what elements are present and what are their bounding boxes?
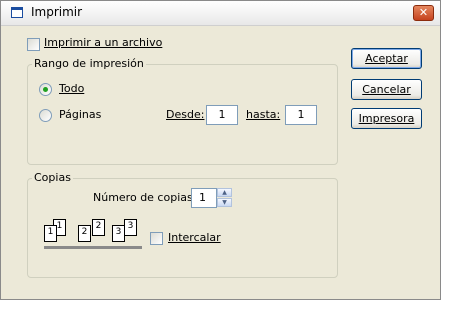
- close-icon: ✕: [418, 6, 429, 19]
- print-range-group: Rango de impresión Todo Páginas Desde: 1…: [27, 57, 338, 165]
- print-range-legend: Rango de impresión: [32, 57, 146, 70]
- to-input[interactable]: 1: [285, 105, 317, 125]
- collate-shadow: [44, 246, 142, 249]
- all-label[interactable]: Todo: [59, 82, 84, 95]
- all-radio[interactable]: [39, 83, 52, 96]
- copies-group: Copias Número de copias: 1 ▲ ▼ 1 1 2 2 3…: [27, 171, 338, 278]
- pages-label[interactable]: Páginas: [59, 108, 101, 121]
- collate-label[interactable]: Intercalar: [168, 231, 221, 244]
- copies-count-label: Número de copias:: [93, 191, 197, 204]
- spin-down-icon[interactable]: ▼: [217, 198, 232, 207]
- collate-page-front: 2: [78, 225, 91, 242]
- print-dialog: Imprimir ✕ Imprimir a un archivo Aceptar…: [0, 0, 441, 300]
- window-title: Imprimir: [31, 5, 83, 19]
- copies-spinner[interactable]: ▲ ▼: [217, 188, 232, 207]
- from-label: Desde:: [166, 108, 205, 121]
- print-to-file-label[interactable]: Imprimir a un archivo: [44, 36, 162, 49]
- to-label: hasta:: [246, 108, 281, 121]
- copies-legend: Copias: [32, 171, 73, 184]
- collate-page-front: 3: [112, 225, 125, 242]
- from-input[interactable]: 1: [206, 105, 238, 125]
- cancel-button[interactable]: Cancelar: [351, 79, 422, 100]
- close-button[interactable]: ✕: [413, 5, 434, 21]
- ok-button[interactable]: Aceptar: [351, 48, 422, 69]
- print-to-file-checkbox[interactable]: [27, 38, 40, 51]
- collate-page-back: 2: [92, 219, 105, 236]
- pages-radio[interactable]: [39, 109, 52, 122]
- collate-page-front: 1: [44, 225, 57, 242]
- window-icon: [11, 7, 23, 18]
- spin-up-icon[interactable]: ▲: [217, 188, 232, 197]
- collate-checkbox[interactable]: [150, 232, 163, 245]
- collate-page-back: 3: [124, 219, 137, 236]
- title-bar: Imprimir ✕: [1, 1, 440, 26]
- printer-button[interactable]: Impresora: [351, 108, 422, 129]
- copies-count-input[interactable]: 1: [191, 188, 217, 208]
